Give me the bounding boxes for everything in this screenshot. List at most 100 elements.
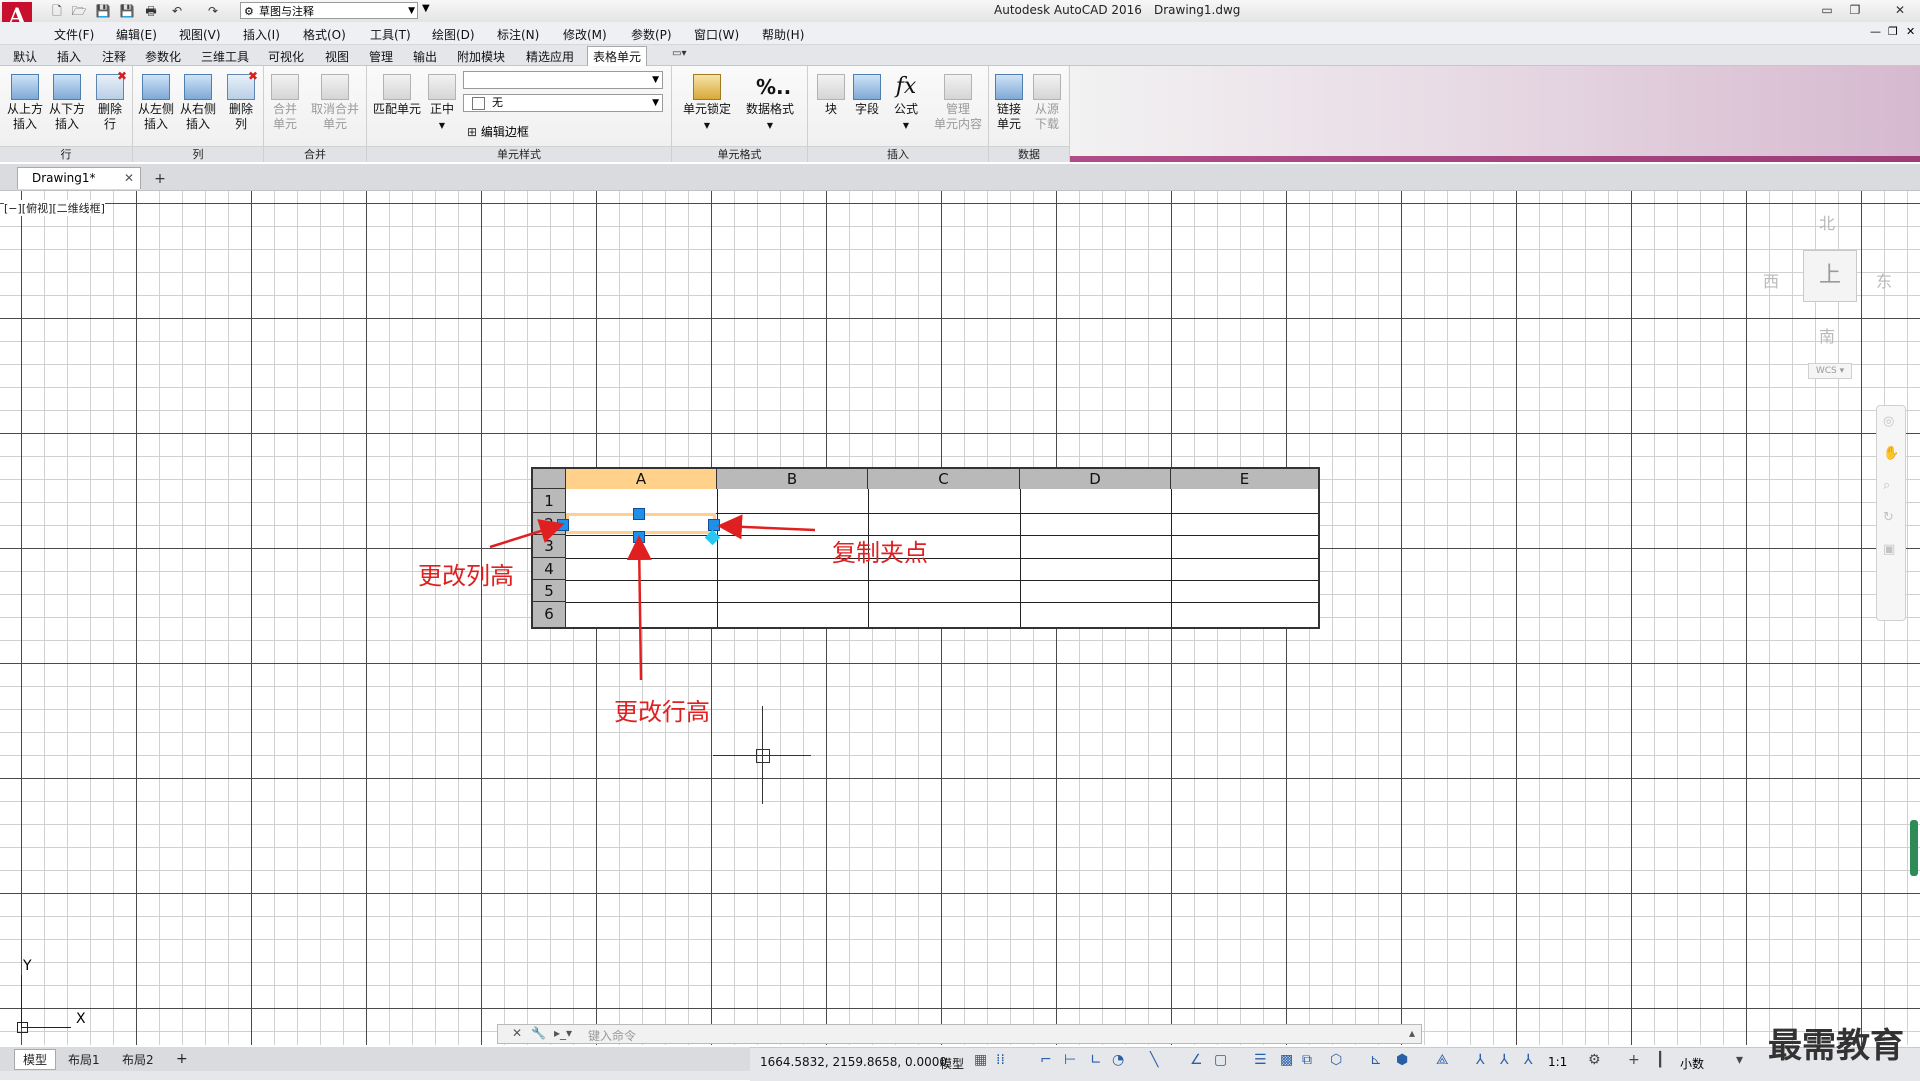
column-header-a[interactable]: A xyxy=(566,469,717,489)
annotation-monitor-icon[interactable]: + xyxy=(1628,1052,1640,1068)
coordinate-readout[interactable]: 1664.5832, 2159.8658, 0.0000 xyxy=(760,1055,947,1069)
column-header-e[interactable]: E xyxy=(1171,469,1318,489)
grip-bottom-row-height[interactable] xyxy=(633,531,645,543)
wcs-menu[interactable]: WCS ▾ xyxy=(1808,363,1852,379)
document-tab[interactable]: Drawing1* ✕ xyxy=(17,167,141,189)
customize-command-icon[interactable]: 🔧 xyxy=(531,1026,546,1040)
tab-layout2[interactable]: 布局2 xyxy=(122,1051,154,1068)
restore-icon[interactable]: ❐ xyxy=(1843,1,1867,19)
align-center-button[interactable]: 正中 ▼ xyxy=(426,74,458,133)
tab-default[interactable]: 默认 xyxy=(13,48,37,65)
row-header-1[interactable]: 1 xyxy=(533,489,566,513)
close-icon[interactable]: ✕ xyxy=(1888,1,1912,19)
viewport-controls[interactable]: [−][俯视][二维线框] xyxy=(4,200,105,216)
unmerge-cells-button[interactable]: 取消合并 单元 xyxy=(308,74,362,132)
row-header-6[interactable]: 6 xyxy=(533,602,566,627)
menu-edit[interactable]: 编辑(E) xyxy=(116,26,157,43)
minimize-icon[interactable]: ▭ xyxy=(1815,1,1839,19)
orbit-icon[interactable]: ↻ xyxy=(1883,510,1897,534)
steering-wheel-icon[interactable]: ◎ xyxy=(1883,414,1897,438)
annotation-scale-icon[interactable]: ⅄ xyxy=(1524,1052,1533,1068)
tab-manage[interactable]: 管理 xyxy=(369,48,393,65)
doc-minimize-icon[interactable]: — xyxy=(1870,25,1881,38)
undo-icon[interactable]: ↶ xyxy=(168,3,186,19)
grip-left-column-width[interactable] xyxy=(557,519,569,531)
menu-insert[interactable]: 插入(I) xyxy=(243,26,280,43)
tab-output[interactable]: 输出 xyxy=(413,48,437,65)
command-history-icon[interactable]: ▴ xyxy=(1409,1026,1415,1040)
tab-view[interactable]: 视图 xyxy=(325,48,349,65)
tab-parametric[interactable]: 参数化 xyxy=(145,48,181,65)
insert-block-button[interactable]: 块 xyxy=(816,74,846,117)
quick-access-more-icon[interactable]: ▼ xyxy=(422,3,430,14)
tab-layout1[interactable]: 布局1 xyxy=(68,1051,100,1068)
menu-dimension[interactable]: 标注(N) xyxy=(497,26,539,43)
workspace-switch-gear-icon[interactable]: ⚙ xyxy=(1588,1052,1601,1068)
command-input[interactable]: 键入命令 xyxy=(588,1027,636,1044)
viewcube-south[interactable]: 南 xyxy=(1819,323,1835,347)
menu-modify[interactable]: 修改(M) xyxy=(563,26,607,43)
menu-tools[interactable]: 工具(T) xyxy=(370,26,411,43)
close-command-icon[interactable]: ✕ xyxy=(512,1026,522,1040)
match-cell-button[interactable]: 匹配单元 xyxy=(371,74,423,117)
transparency-icon[interactable]: ▩ xyxy=(1280,1052,1293,1068)
polar-tracking-icon[interactable]: ◔ xyxy=(1112,1052,1124,1068)
infer-constraints-icon[interactable]: ⌐ xyxy=(1040,1052,1052,1068)
save-as-icon[interactable]: 💾 xyxy=(118,3,136,19)
navigation-bar[interactable]: ◎ ✋ ⌕ ↻ ▣ xyxy=(1876,405,1906,621)
units-dropdown-icon[interactable]: ▾ xyxy=(1736,1052,1743,1068)
selection-filter-icon[interactable]: ⬢ xyxy=(1396,1052,1408,1068)
dynamic-ucs-icon[interactable]: ⊾ xyxy=(1370,1052,1382,1068)
table-corner-header[interactable] xyxy=(533,469,566,489)
ortho-icon[interactable]: ∟ xyxy=(1090,1052,1102,1068)
viewcube-north[interactable]: 北 xyxy=(1819,210,1835,234)
object-snap-icon[interactable]: ▢ xyxy=(1214,1052,1227,1068)
isodraft-icon[interactable]: ╲ xyxy=(1150,1052,1158,1068)
lineweight-icon[interactable]: ☰ xyxy=(1254,1052,1267,1068)
fill-color-dropdown[interactable]: 无 ▼ xyxy=(463,94,663,112)
insert-formula-button[interactable]: fx 公式 ▼ xyxy=(890,74,922,133)
row-header-4[interactable]: 4 xyxy=(533,558,566,580)
edit-borders-button[interactable]: ⊞ 编辑边框 xyxy=(467,123,529,140)
column-header-c[interactable]: C xyxy=(868,469,1020,489)
menu-format[interactable]: 格式(O) xyxy=(303,26,346,43)
delete-column-button[interactable]: 删除 列 xyxy=(225,69,258,132)
manage-cell-content-button[interactable]: 管理 单元内容 xyxy=(932,74,984,132)
zoom-icon[interactable]: ⌕ xyxy=(1883,478,1897,502)
grid-icon[interactable]: ▦ xyxy=(974,1052,987,1068)
link-cell-button[interactable]: 链接 单元 xyxy=(993,74,1025,132)
tab-annotate[interactable]: 注释 xyxy=(102,48,126,65)
print-icon[interactable]: 🖶 xyxy=(142,3,160,19)
grip-right-column-width[interactable] xyxy=(708,519,720,531)
menu-window[interactable]: 窗口(W) xyxy=(694,26,739,43)
save-icon[interactable]: 💾 xyxy=(94,3,112,19)
menu-view[interactable]: 视图(V) xyxy=(179,26,221,43)
open-file-icon[interactable]: 🗁 xyxy=(70,3,88,19)
menu-help[interactable]: 帮助(H) xyxy=(762,26,804,43)
menu-parametric[interactable]: 参数(P) xyxy=(631,26,672,43)
3d-osnap-icon[interactable]: ⬡ xyxy=(1330,1052,1342,1068)
ribbon-toggle-icon[interactable]: ▭▾ xyxy=(672,48,686,59)
object-snap-tracking-icon[interactable]: ∠ xyxy=(1190,1052,1203,1068)
new-tab-icon[interactable]: + xyxy=(150,170,170,188)
cell-style-dropdown[interactable]: ▼ xyxy=(463,71,663,89)
new-file-icon[interactable]: 🗋 xyxy=(48,3,66,19)
viewcube-top-face[interactable]: 上 xyxy=(1803,250,1857,302)
dynamic-input-icon[interactable]: ⊢ xyxy=(1064,1052,1076,1068)
column-header-b[interactable]: B xyxy=(717,469,868,489)
insert-above-button[interactable]: 从上方 插入 xyxy=(6,74,44,132)
scrollbar-thumb[interactable] xyxy=(1910,820,1918,876)
insert-left-button[interactable]: 从左侧 插入 xyxy=(137,74,175,132)
grip-top-row-height[interactable] xyxy=(633,508,645,520)
recent-commands-icon[interactable]: ▸_▾ xyxy=(554,1026,572,1040)
doc-restore-icon[interactable]: ❐ xyxy=(1888,25,1898,38)
selection-cycling-icon[interactable]: ⧉ xyxy=(1302,1052,1312,1068)
delete-row-button[interactable]: 删除 行 xyxy=(94,69,127,132)
row-header-5[interactable]: 5 xyxy=(533,580,566,602)
row-header-3[interactable]: 3 xyxy=(533,535,566,558)
auto-scale-icon[interactable]: ⅄ xyxy=(1500,1052,1509,1068)
cell-lock-button[interactable]: 单元锁定 ▼ xyxy=(680,74,734,133)
data-format-button[interactable]: %.. 数据格式 ▼ xyxy=(742,74,798,133)
insert-below-button[interactable]: 从下方 插入 xyxy=(48,74,86,132)
workspace-dropdown[interactable]: ⚙ 草图与注释 ▼ xyxy=(240,2,418,19)
